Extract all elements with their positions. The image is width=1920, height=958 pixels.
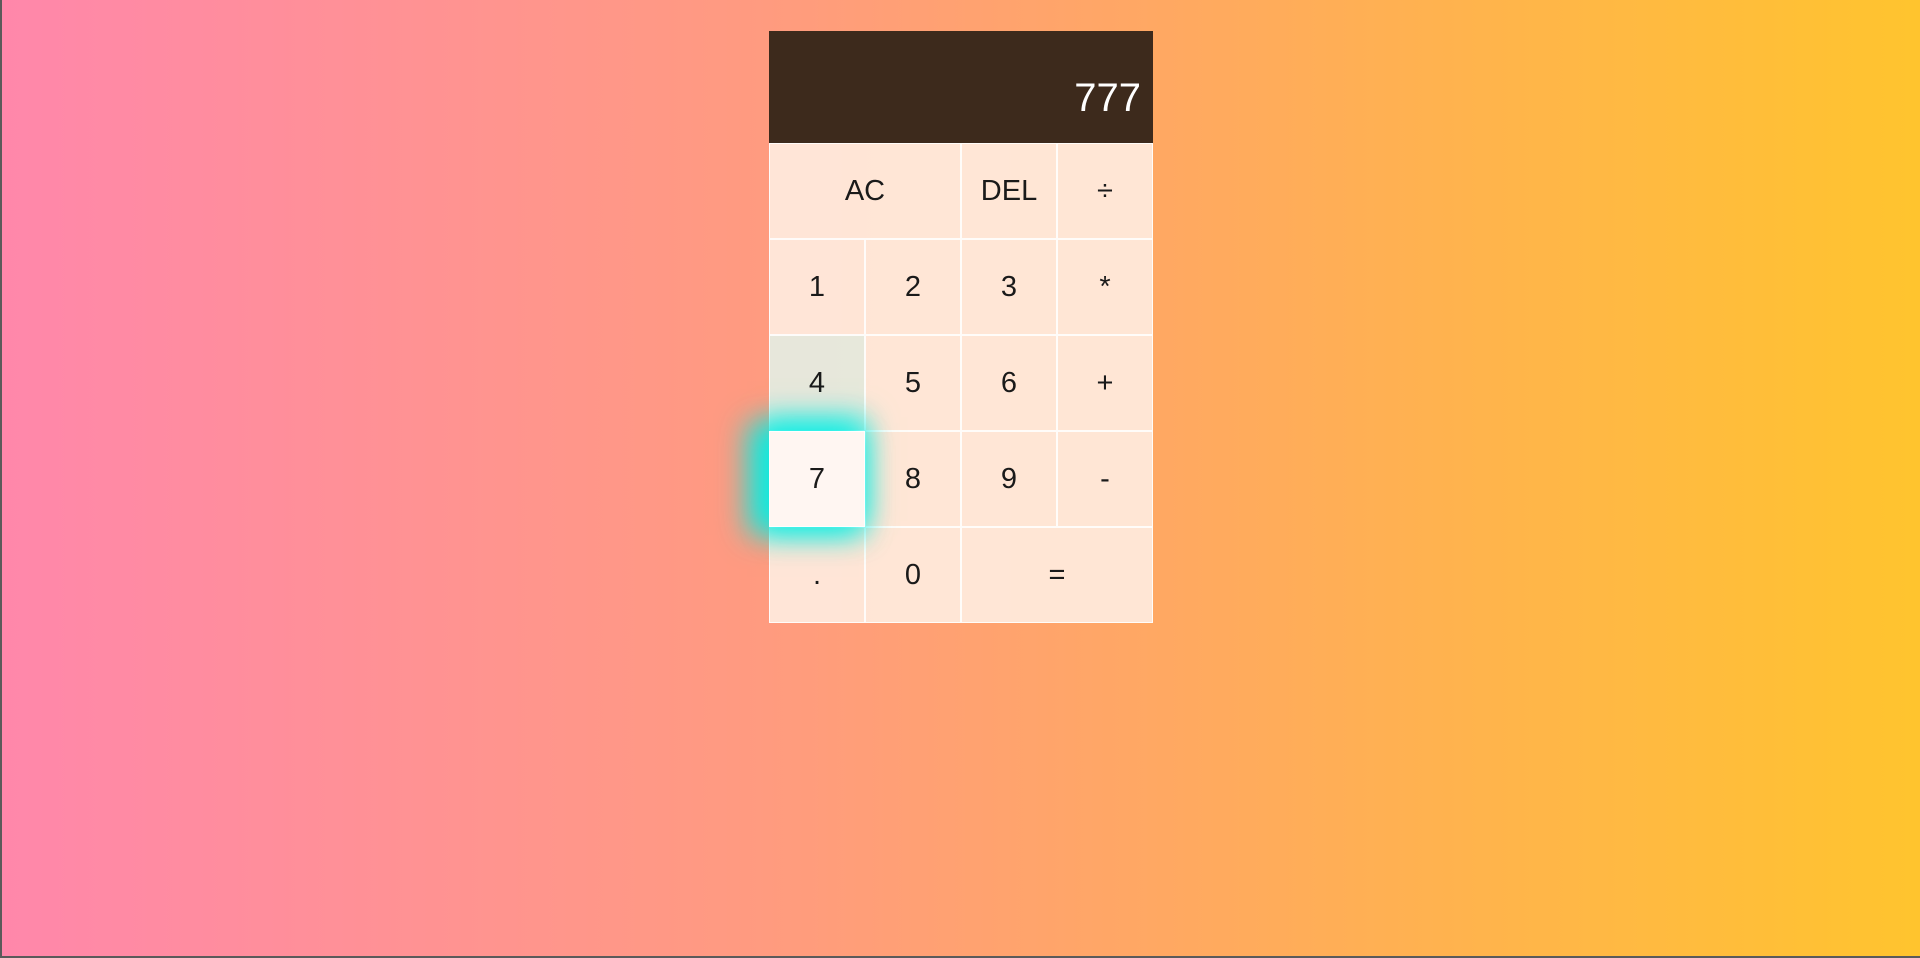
digit-3-button[interactable]: 3 [961,239,1057,335]
digit-9-button[interactable]: 9 [961,431,1057,527]
digit-4-button[interactable]: 4 [769,335,865,431]
divide-button[interactable]: ÷ [1057,143,1153,239]
minus-button[interactable]: - [1057,431,1153,527]
display-value: 777 [1074,76,1141,120]
digit-0-button[interactable]: 0 [865,527,961,623]
all-clear-button[interactable]: AC [769,143,961,239]
multiply-button[interactable]: * [1057,239,1153,335]
equals-button[interactable]: = [961,527,1153,623]
digit-5-button[interactable]: 5 [865,335,961,431]
decimal-button[interactable]: . [769,527,865,623]
digit-8-button[interactable]: 8 [865,431,961,527]
calculator-display: 777 [769,31,1153,143]
digit-1-button[interactable]: 1 [769,239,865,335]
calculator: 777 AC DEL ÷ 1 2 3 * 4 5 6 + 7 8 9 - . 0… [769,31,1153,623]
digit-6-button[interactable]: 6 [961,335,1057,431]
window-left-edge [0,0,2,958]
plus-button[interactable]: + [1057,335,1153,431]
digit-2-button[interactable]: 2 [865,239,961,335]
delete-button[interactable]: DEL [961,143,1057,239]
digit-7-button[interactable]: 7 [769,431,865,527]
